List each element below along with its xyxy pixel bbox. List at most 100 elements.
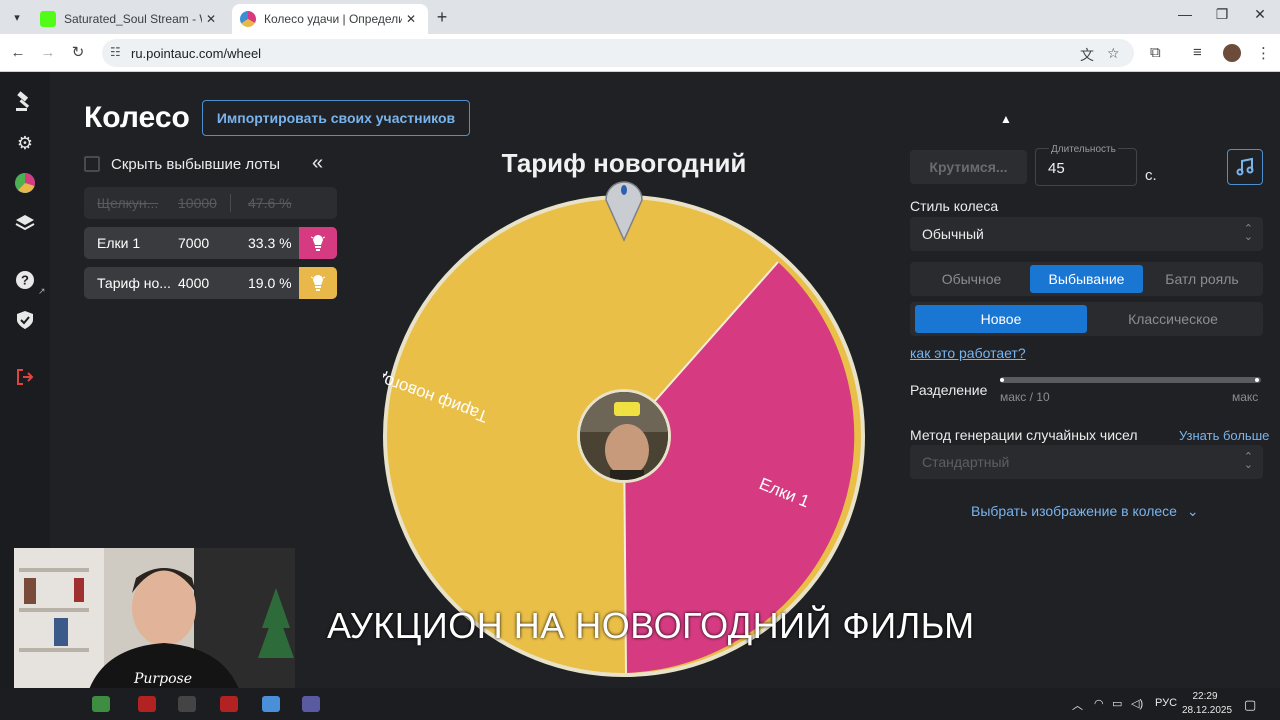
url-text: ru.pointauc.com/wheel bbox=[131, 46, 262, 61]
mode-option-normal[interactable]: Обычное bbox=[913, 265, 1030, 293]
lot-row: Щелкун... 10000 47.6 % bbox=[84, 187, 337, 219]
wheel-favicon-icon bbox=[240, 11, 256, 27]
reload-icon[interactable]: ↻ bbox=[68, 43, 88, 63]
auction-gavel-icon[interactable] bbox=[13, 90, 37, 114]
rng-method-label: Метод генерации случайных чисел bbox=[910, 427, 1138, 443]
lot-name: Щелкун... bbox=[97, 195, 159, 211]
lot-divider bbox=[230, 194, 231, 212]
maximize-icon[interactable]: ❐ bbox=[1210, 6, 1234, 23]
lot-name: Елки 1 bbox=[97, 235, 141, 251]
wheel-nav-icon[interactable] bbox=[13, 171, 37, 195]
learn-more-link[interactable]: Узнать больше bbox=[1179, 428, 1269, 443]
hide-dropped-checkbox[interactable] bbox=[84, 156, 100, 172]
duration-unit: с. bbox=[1145, 167, 1157, 184]
close-tab-icon[interactable]: ✕ bbox=[202, 12, 220, 26]
hide-dropped-label: Скрыть выбывшие лоты bbox=[111, 156, 280, 173]
logout-icon[interactable] bbox=[13, 365, 37, 389]
split-slider[interactable] bbox=[1000, 377, 1261, 383]
lot-name: Тариф но... bbox=[97, 275, 171, 291]
lot-amount: 7000 bbox=[178, 235, 210, 251]
lot-amount: 10000 bbox=[178, 195, 217, 211]
address-bar[interactable]: ☷ ru.pointauc.com/wheel 文 ☆ bbox=[102, 39, 1134, 67]
wheel-center-avatar bbox=[577, 389, 671, 483]
select-chevron-icon: ⌃ ⌄ bbox=[1243, 451, 1253, 471]
variant-option-new[interactable]: Новое bbox=[915, 305, 1087, 333]
external-link-icon: ↗ bbox=[38, 286, 46, 296]
webcam-overlay: Purpose bbox=[14, 548, 295, 708]
wheel-style-value: Обычный bbox=[922, 226, 984, 242]
close-tab-icon[interactable]: ✕ bbox=[402, 12, 420, 26]
slider-handle-min[interactable] bbox=[1000, 378, 1004, 382]
taskbar-app-icon[interactable] bbox=[262, 696, 280, 712]
keyboard-language[interactable]: РУС bbox=[1155, 697, 1177, 709]
lightbulb-icon[interactable] bbox=[299, 227, 337, 259]
lot-amount: 4000 bbox=[178, 275, 210, 291]
taskbar-app-icon[interactable] bbox=[220, 696, 238, 712]
duration-label: Длительность bbox=[1049, 144, 1118, 155]
rng-method-select[interactable]: Стандартный ⌃ ⌄ bbox=[910, 445, 1263, 479]
browser-toolbar: ← → ↻ ☷ ru.pointauc.com/wheel 文 ☆ ⧉ ≡ ⋮ bbox=[0, 34, 1280, 72]
browser-tab-stream[interactable]: Saturated_Soul Stream - Watch ✕ bbox=[32, 4, 228, 34]
collapse-panel-icon[interactable]: « bbox=[312, 152, 323, 175]
tab-search-chevron-icon[interactable]: ▾ bbox=[6, 7, 28, 27]
mode-option-elimination[interactable]: Выбывание bbox=[1030, 265, 1143, 293]
lot-percent: 19.0 % bbox=[248, 275, 292, 291]
lot-row: Елки 1 7000 33.3 % bbox=[84, 227, 337, 259]
site-settings-icon[interactable]: ☷ bbox=[110, 45, 121, 59]
extensions-icon[interactable]: ⧉ bbox=[1150, 44, 1161, 61]
window-close-icon[interactable]: ✕ bbox=[1248, 6, 1272, 23]
os-taskbar: ︿ ◠ ▭ ◁) РУС 22:29 28.12.2025 ▢ bbox=[0, 688, 1280, 720]
shield-check-icon[interactable] bbox=[13, 308, 37, 332]
variant-option-classic[interactable]: Классическое bbox=[1087, 305, 1259, 333]
split-label: Разделение bbox=[910, 382, 988, 398]
wheel-winner-title: Тариф новогодний bbox=[501, 148, 747, 178]
notifications-icon[interactable]: ▢ bbox=[1244, 697, 1256, 713]
slider-handle-max[interactable] bbox=[1255, 378, 1259, 382]
clock-date: 28.12.2025 bbox=[1182, 705, 1233, 716]
taskbar-app-icon[interactable] bbox=[138, 696, 156, 712]
taskbar-app-icon[interactable] bbox=[302, 696, 320, 712]
volume-icon[interactable]: ◁) bbox=[1131, 697, 1143, 710]
wifi-icon[interactable]: ◠ bbox=[1094, 697, 1104, 710]
taskbar-app-icon[interactable] bbox=[178, 696, 196, 712]
layers-icon[interactable] bbox=[13, 211, 37, 235]
taskbar-app-icon[interactable] bbox=[92, 696, 110, 712]
settings-gear-icon[interactable]: ⚙ bbox=[13, 131, 37, 155]
profile-avatar[interactable] bbox=[1223, 44, 1241, 62]
lightbulb-icon[interactable] bbox=[299, 267, 337, 299]
mode-option-battle-royale[interactable]: Батл рояль bbox=[1144, 265, 1260, 293]
forward-arrow-icon[interactable]: → bbox=[38, 43, 58, 63]
minimize-icon[interactable]: — bbox=[1173, 6, 1197, 22]
lot-row: Тариф но... 4000 19.0 % bbox=[84, 267, 337, 299]
browser-tab-wheel[interactable]: Колесо удачи | Определите по ✕ bbox=[232, 4, 428, 34]
music-note-icon[interactable] bbox=[1227, 149, 1263, 185]
clock-time: 22:29 bbox=[1192, 691, 1218, 702]
import-participants-button[interactable]: Импортировать своих участников bbox=[202, 100, 470, 136]
choose-wheel-image-link[interactable]: Выбрать изображение в колесе ⌄ bbox=[971, 503, 1199, 520]
choose-wheel-image-label: Выбрать изображение в колесе bbox=[971, 503, 1177, 519]
new-tab-icon[interactable]: + bbox=[432, 7, 452, 28]
system-clock[interactable]: 22:29 28.12.2025 bbox=[1182, 690, 1233, 718]
wheel-pointer-icon bbox=[604, 180, 644, 247]
select-chevron-icon: ⌃ ⌄ bbox=[1243, 223, 1253, 243]
page-title: Колесо bbox=[84, 101, 190, 134]
how-it-works-link[interactable]: как это работает? bbox=[910, 345, 1026, 361]
bookmark-star-icon[interactable]: ☆ bbox=[1107, 45, 1120, 62]
mode-segmented-control: Обычное Выбывание Батл рояль bbox=[910, 262, 1263, 296]
wheel-style-label: Стиль колеса bbox=[910, 198, 999, 214]
spin-button[interactable]: Крутимся... bbox=[910, 150, 1027, 184]
app-root: ⚙ ? ↗ Колесо Импортировать своих участни… bbox=[0, 72, 1280, 720]
tray-chevron-up-icon[interactable]: ︿ bbox=[1072, 697, 1083, 713]
mouse-cursor-icon: ▲ bbox=[1000, 112, 1012, 126]
battery-icon[interactable]: ▭ bbox=[1112, 697, 1122, 710]
help-question-icon[interactable]: ? bbox=[13, 268, 37, 292]
kick-favicon-icon bbox=[40, 11, 56, 27]
wheel-style-select[interactable]: Обычный ⌃ ⌄ bbox=[910, 217, 1263, 251]
browser-tab-bar: ▾ Saturated_Soul Stream - Watch ✕ Колесо… bbox=[0, 0, 1280, 34]
back-arrow-icon[interactable]: ← bbox=[8, 43, 28, 63]
slider-min-label: макс / 10 bbox=[1000, 390, 1050, 404]
translate-icon[interactable]: 文 bbox=[1080, 45, 1094, 65]
browser-menu-icon[interactable]: ⋮ bbox=[1256, 44, 1271, 62]
media-control-icon[interactable]: ≡ bbox=[1193, 44, 1202, 61]
lot-percent: 33.3 % bbox=[248, 235, 292, 251]
